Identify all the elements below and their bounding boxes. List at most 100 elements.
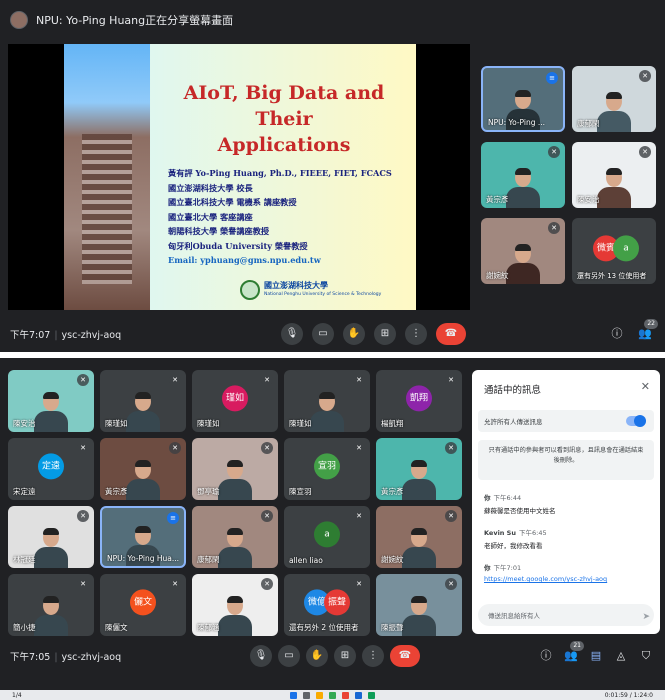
more-participants-tile[interactable]: 微億 振聲 ✕ 還有另外 2 位使用者 [284,574,370,636]
raise-hand-button[interactable]: ✋ [343,323,365,345]
participant-tile[interactable]: ✕ 陳振聲 [376,574,462,636]
info-icon[interactable]: ⓘ [608,325,626,343]
meeting-time: 下午7:05 | ysc-zhvj-aoq [10,652,122,663]
avatar: 定遠 [38,453,64,480]
mic-off-icon: ✕ [261,442,273,454]
info-icon[interactable]: ⓘ [537,647,555,665]
windows-icon[interactable] [290,691,297,699]
top-meeting-window: NPU: Yo-Ping Huang正在分享螢幕畫面 AIoT, Big Dat… [0,0,665,352]
mic-off-icon: ✕ [445,578,457,590]
mic-button[interactable]: 🎙 [250,645,272,667]
playback-clock: 0:01:59 / 1:24:0 [604,691,653,699]
meeting-link[interactable]: https://meet.google.com/ysc-zhvj-aoq [484,575,652,583]
participant-name: 陳儷文 [105,623,128,632]
participant-name: allen liao [289,556,323,565]
participant-name: 陳瑾如 [197,419,220,428]
participant-tile[interactable]: ≡ NPU: Yo-Ping ... [481,66,565,132]
more-options-button[interactable]: ⋮ [405,323,427,345]
raise-hand-button[interactable]: ✋ [306,645,328,667]
participant-tile[interactable]: ✕ 簡小捷 [8,574,94,636]
slide-email: Email: yphuang@gms.npu.edu.tw [168,255,321,265]
people-icon[interactable]: 👥 22 [636,319,658,343]
avatar: 振聲 [324,589,350,616]
participant-tile[interactable]: ✕ 鄧亭瑜 [192,438,278,500]
search-icon[interactable] [303,691,310,699]
participant-video [34,596,68,636]
participant-name: 宋定遠 [13,487,36,496]
slide-author-info: 黃有評 Yo-Ping Huang, Ph.D., FIEEE, FIET, F… [168,166,412,268]
avatar: a [613,235,639,262]
chat-icon[interactable]: ▤ [587,647,605,665]
participant-tile[interactable]: ✕ 陳瑾如 [284,370,370,432]
end-call-button[interactable]: ☎ [436,323,466,345]
mic-off-icon: ✕ [353,374,365,386]
slide-line: 匈牙利Obuda University 榮譽教授 [168,240,308,251]
mic-off-icon: ✕ [548,222,560,234]
participant-tile[interactable]: 宣羽 ✕ 陳宣羽 [284,438,370,500]
chat-message: 你下午7:01 https://meet.google.com/ysc-zhvj… [484,562,652,583]
camera-button[interactable]: ▭ [312,323,334,345]
people-icon[interactable]: 👥 21 [562,641,584,665]
participant-tile[interactable]: ≡ NPU: Yo-Ping Hua... [100,506,186,568]
slide-line: 國立澎湖科技大學 校長 [168,182,253,193]
mic-button[interactable]: 🎙 [281,323,303,345]
participant-name: 康郁閑 [197,555,220,564]
close-icon[interactable]: ✕ [641,380,650,393]
participant-tile[interactable]: ✕ 陳安治 [8,370,94,432]
participant-tile[interactable]: a ✕ allen liao [284,506,370,568]
line-icon[interactable] [368,691,375,699]
participant-tile[interactable]: ✕ 林冠廷 [8,506,94,568]
control-bar: 下午7:07 | ysc-zhvj-aoq 🎙 ▭ ✋ ⊞ ⋮ ☎ ⓘ 👥 22 [0,314,665,354]
mic-off-icon: ✕ [77,374,89,386]
participant-name: 陳瑾如 [289,419,312,428]
participant-tile[interactable]: 儷文 ✕ 陳儷文 [100,574,186,636]
participant-tile[interactable]: 定遠 ✕ 宋定遠 [8,438,94,500]
folder-icon[interactable] [316,691,323,699]
participant-video [126,392,160,432]
participant-tile[interactable]: ✕ 陳安治 [572,142,656,208]
host-controls-icon[interactable]: ⛉ [637,647,655,665]
mic-off-icon: ✕ [169,578,181,590]
avatar: 凱翔 [406,385,432,412]
more-options-button[interactable]: ⋮ [362,645,384,667]
more-participants-tile[interactable]: 微賓 a 還有另外 13 位使用者 [572,218,656,284]
participant-video [310,392,344,432]
present-button[interactable]: ⊞ [334,645,356,667]
participant-tile[interactable]: ✕ 康郁閑 [572,66,656,132]
shared-screen: AIoT, Big Data and Their Applications 黃有… [8,44,470,310]
participant-tile[interactable]: ✕ 陳郁涵 [192,574,278,636]
participant-name: 林冠廷 [13,555,36,564]
avatar: 宣羽 [314,453,340,480]
end-call-button[interactable]: ☎ [390,645,420,667]
participant-name: 還有另外 2 位使用者 [289,623,359,632]
edge-icon[interactable] [355,691,362,699]
taskbar: 1/4 0:01:59 / 1:24:0 [0,690,665,700]
present-button[interactable]: ⊞ [374,323,396,345]
participant-tile[interactable]: ✕ 謝婉紋 [376,506,462,568]
avatar: a [314,521,340,548]
activities-icon[interactable]: ◬ [612,647,630,665]
allow-messages-toggle[interactable] [626,415,646,427]
participant-tile[interactable]: 凱翔 ✕ 楊凱翔 [376,370,462,432]
participant-video [402,460,436,500]
participant-tile[interactable]: ✕ 謝婉紋 [481,218,565,284]
participant-tile[interactable]: ✕ 黃宗彥 [100,438,186,500]
slide-line: 朝陽科技大學 榮譽講座教授 [168,226,270,236]
chat-messages: 你下午6:44 蘇薇馨是否使用中文姓名 Kevin Su 下午6:45 老師好，我… [484,492,652,595]
send-icon[interactable]: ➤ [642,612,650,622]
share-banner-text: NPU: Yo-Ping Huang正在分享螢幕畫面 [36,14,234,27]
participant-name: 黃宗彥 [381,487,404,496]
participant-tile[interactable]: ✕ 黃宗彥 [481,142,565,208]
chat-input[interactable]: 傳送訊息給所有人 [478,604,654,626]
participant-tile[interactable]: ✕ 陳瑾如 [100,370,186,432]
chrome-icon[interactable] [329,691,336,699]
participant-name: 陳安治 [13,419,36,428]
app-icon[interactable] [342,691,349,699]
participant-name: NPU: Yo-Ping Hua... [107,554,180,563]
camera-button[interactable]: ▭ [278,645,300,667]
slide-title: AIoT, Big Data and Their Applications [183,82,385,156]
participant-tile[interactable]: ✕ 康郁閑 [192,506,278,568]
speaking-icon: ≡ [167,512,179,524]
participant-tile[interactable]: ✕ 黃宗彥 [376,438,462,500]
participant-tile[interactable]: 瑾如 ✕ 陳瑾如 [192,370,278,432]
